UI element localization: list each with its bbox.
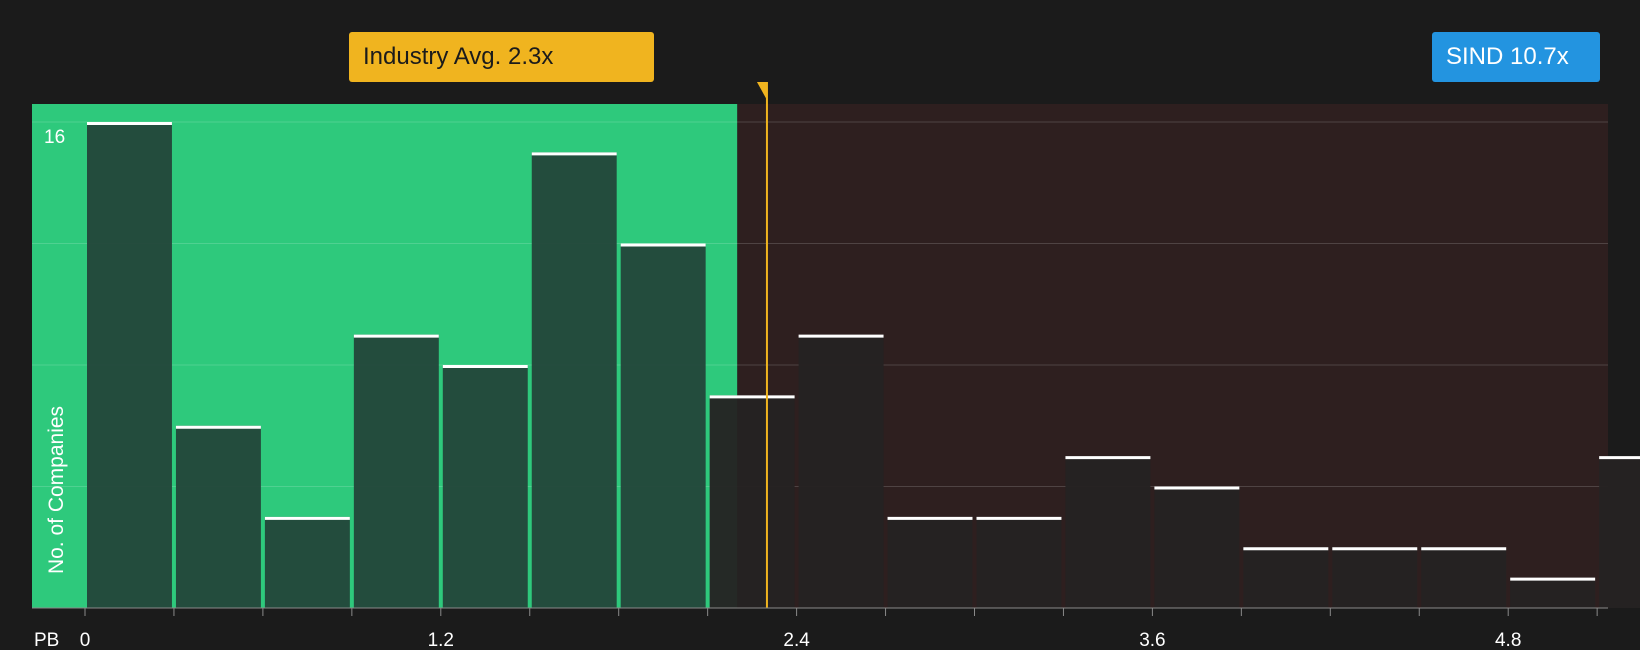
bar-cap-8: [798, 334, 884, 338]
bar-14: [1332, 547, 1418, 608]
bar-cap-2: [264, 516, 350, 520]
x-tick-label-0: 0: [80, 630, 91, 650]
bar-9: [887, 516, 973, 608]
industry-average-tag: Industry Avg. 2.3x: [349, 32, 654, 82]
bar-cap-4: [442, 365, 528, 368]
x-axis-title: PB: [34, 630, 59, 650]
bar-7: [709, 395, 795, 608]
bar-11: [1065, 456, 1151, 608]
bar-cap-15: [1421, 547, 1507, 551]
bar-2: [264, 516, 350, 608]
bar-4: [442, 365, 528, 608]
bar-cap-14: [1332, 547, 1418, 551]
x-tick-label-3: 3.6: [1139, 630, 1165, 650]
bar-cap-0: [87, 122, 172, 125]
x-tick-label-1: 1.2: [428, 630, 454, 650]
bar-cap-3: [353, 334, 439, 338]
bar-6: [620, 243, 706, 608]
bar-16: [1510, 577, 1596, 608]
y-tick-label-max: 16: [44, 127, 65, 148]
bar-cap-5: [531, 152, 617, 156]
industry-average-pointer: [756, 82, 767, 100]
bar-0: [87, 122, 172, 608]
bar-cap-9: [887, 516, 973, 520]
x-tick-label-2: 2.4: [783, 630, 810, 650]
bar-cap-6: [620, 243, 706, 247]
bar-cap-12: [1154, 486, 1240, 490]
bar-cap-7: [709, 395, 795, 399]
bar-12: [1154, 486, 1240, 608]
bar-cap-13: [1243, 547, 1329, 551]
histogram-plot: 01.22.43.64.86+PB16No. of Companies: [32, 82, 1640, 650]
bar-17: [1599, 456, 1640, 608]
bar-1: [175, 425, 261, 608]
bar-cap-10: [976, 516, 1062, 520]
bar-cap-1: [175, 425, 261, 429]
bar-5: [531, 152, 617, 608]
bar-15: [1421, 547, 1507, 608]
company-pb-tag: SIND 10.7x: [1432, 32, 1600, 82]
bar-cap-16: [1510, 577, 1596, 581]
bar-3: [353, 334, 439, 608]
bar-8: [798, 334, 884, 608]
pb-distribution-chart: 01.22.43.64.86+PB16No. of Companies Indu…: [0, 0, 1640, 650]
bar-13: [1243, 547, 1329, 608]
bar-10: [976, 516, 1062, 608]
x-tick-label-4: 4.8: [1495, 630, 1521, 650]
bar-cap-11: [1065, 456, 1151, 460]
bar-cap-17: [1599, 456, 1640, 460]
y-axis-title: No. of Companies: [45, 406, 68, 574]
